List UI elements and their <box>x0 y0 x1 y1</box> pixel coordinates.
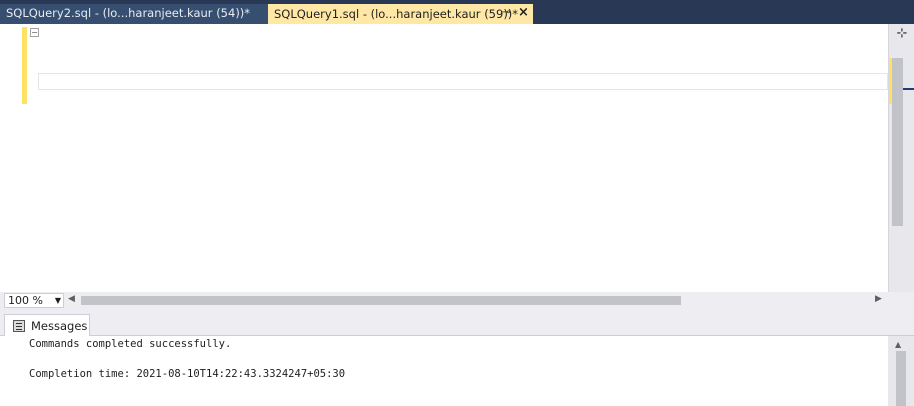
zoom-value: 100 % <box>8 294 43 307</box>
document-tab-strip: SQLQuery2.sql - (lo...haranjeet.kaur (54… <box>0 0 914 24</box>
results-tab-strip: Messages <box>0 309 914 337</box>
chevron-down-icon[interactable]: ▼ <box>55 294 61 307</box>
tab-messages[interactable]: Messages <box>4 314 90 337</box>
scroll-right-icon[interactable]: ▶ <box>875 294 882 304</box>
tab-sqlquery2[interactable]: SQLQuery2.sql - (lo...haranjeet.kaur (54… <box>0 4 268 24</box>
messages-vertical-scrollbar[interactable]: ▲ <box>888 336 914 406</box>
messages-icon <box>13 320 25 332</box>
tab-title: SQLQuery2.sql - (lo...haranjeet.kaur (54… <box>6 6 251 20</box>
messages-pane[interactable]: Commands completed successfully. Complet… <box>0 336 888 406</box>
scrollbar-thumb[interactable] <box>896 351 906 406</box>
zoom-dropdown[interactable]: 100 % ▼ <box>4 293 64 308</box>
scrollbar-thumb[interactable] <box>892 58 903 226</box>
editor-bottom-bar: 100 % ▼ ◀ ▶ <box>0 292 914 309</box>
scroll-up-icon[interactable]: ▲ <box>895 340 901 349</box>
collapse-icon[interactable]: − <box>30 28 39 37</box>
message-line: Commands completed successfully. <box>29 338 232 350</box>
current-line-highlight <box>38 73 888 90</box>
messages-tab-label: Messages <box>31 319 88 333</box>
ssms-window: SQLQuery2.sql - (lo...haranjeet.kaur (54… <box>0 0 914 406</box>
scrollbar-caret-marker <box>903 88 914 90</box>
change-tracking-bar <box>22 27 27 104</box>
scroll-left-icon[interactable]: ◀ <box>68 294 75 304</box>
split-window-icon[interactable]: ⊹ <box>894 26 910 42</box>
editor-gutter <box>0 24 22 292</box>
horizontal-scrollbar-thumb[interactable] <box>81 296 681 305</box>
editor-vertical-scrollbar[interactable]: ⊹ <box>888 24 914 292</box>
tab-title: SQLQuery1.sql - (lo...haranjeet.kaur (59… <box>274 7 519 21</box>
message-line: Completion time: 2021-08-10T14:22:43.332… <box>29 368 346 380</box>
close-icon[interactable]: × <box>518 5 529 20</box>
pin-icon[interactable]: ⊸ <box>502 7 510 18</box>
tab-sqlquery1[interactable]: SQLQuery1.sql - (lo...haranjeet.kaur (59… <box>268 4 533 24</box>
query-editor[interactable]: − CREATE DATABASE Test_Database_dbss ON(… <box>0 24 914 292</box>
